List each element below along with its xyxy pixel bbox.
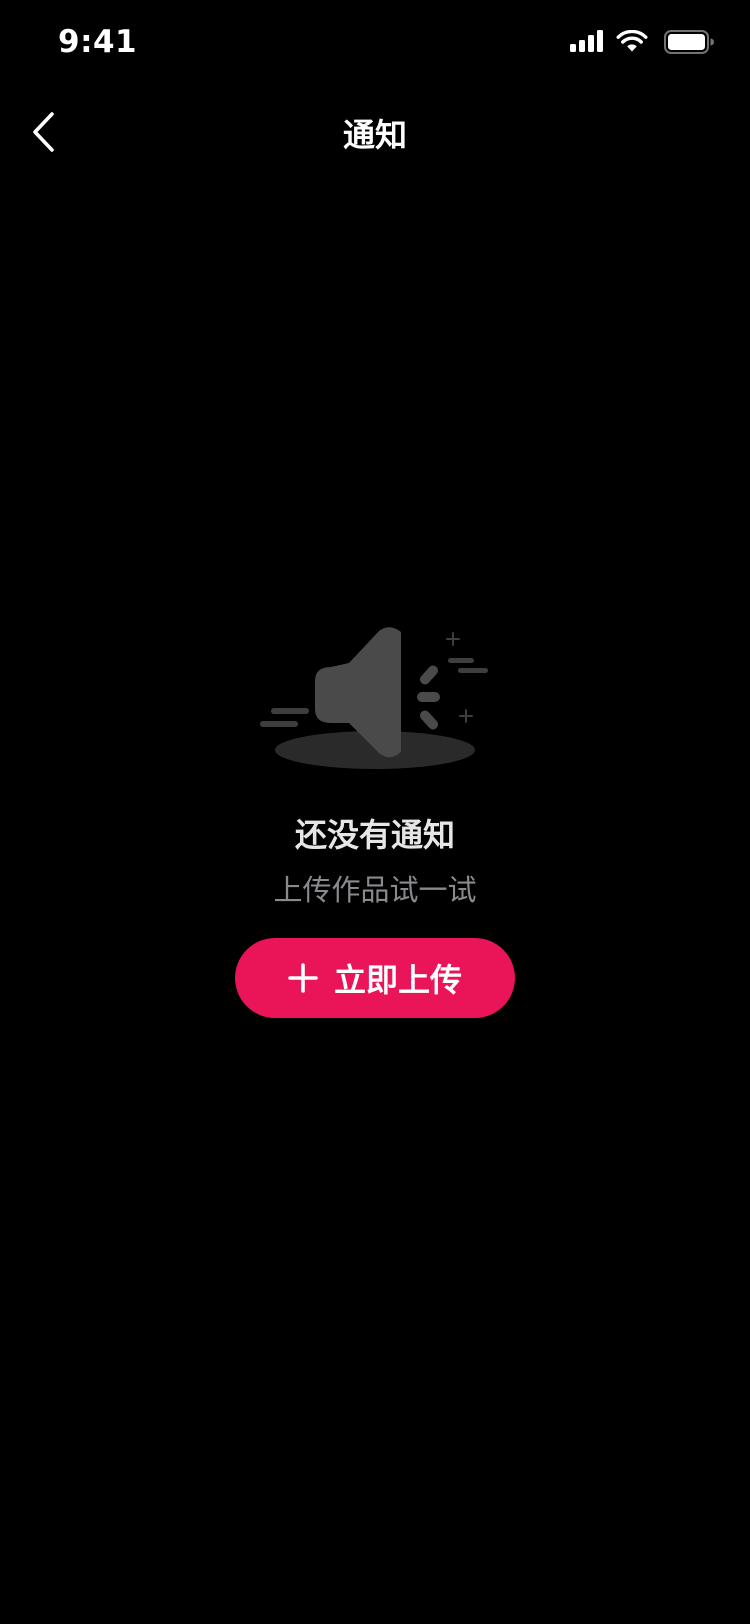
nav-bar: 通知: [0, 88, 750, 176]
page-title: 通知: [342, 116, 407, 154]
empty-state-subtitle: 上传作品试一试: [273, 873, 477, 907]
wifi-icon: [616, 30, 648, 52]
status-bar: 9:41: [0, 0, 750, 88]
megaphone-speaker-icon: [260, 627, 488, 769]
empty-state-title: 还没有通知: [294, 816, 455, 854]
plus-icon: [288, 963, 318, 993]
cellular-signal-icon: [570, 30, 603, 52]
upload-now-button[interactable]: 立即上传: [235, 938, 515, 1018]
upload-button-label: 立即上传: [333, 961, 462, 999]
status-time: 9:41: [58, 24, 138, 60]
battery-icon: [664, 30, 714, 54]
